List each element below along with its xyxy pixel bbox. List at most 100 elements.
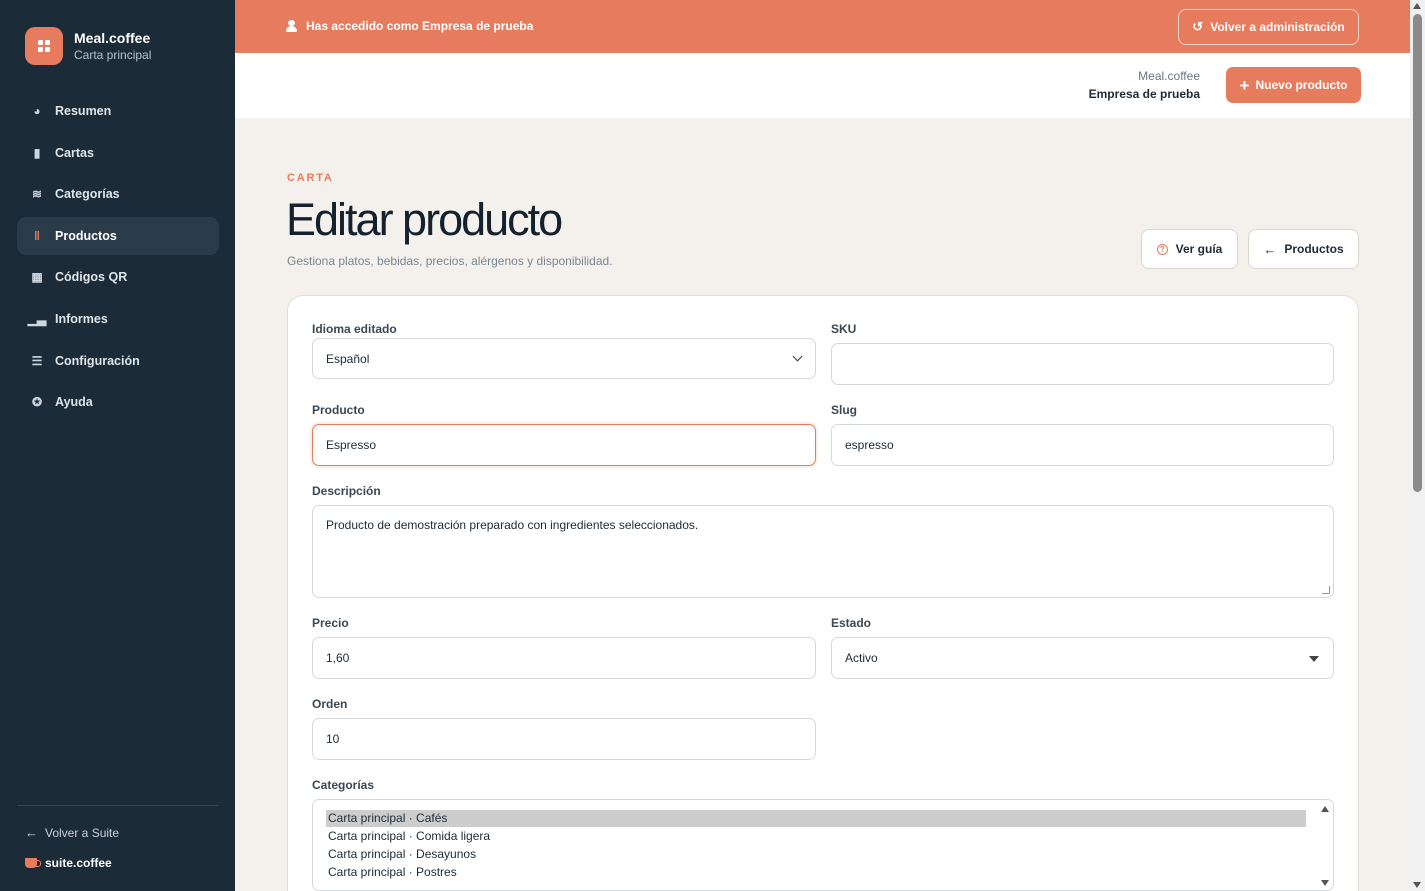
coffee-cup-icon (25, 858, 41, 868)
status-select-value: Activo (845, 651, 878, 665)
sidebar-item-label: Categorías (55, 187, 120, 202)
brand-subtitle: Carta principal (74, 48, 152, 62)
user-icon (286, 20, 297, 32)
sidebar-item-ayuda[interactable]: ✪ Ayuda (17, 383, 219, 421)
slug-label: Slug (831, 403, 857, 417)
suite-brand[interactable]: suite.coffee (25, 856, 112, 870)
brand[interactable]: Meal.coffee Carta principal (25, 27, 151, 65)
sidebar-item-productos[interactable]: ǁ Productos (17, 216, 219, 255)
sidebar-item-label: Códigos QR (55, 270, 128, 285)
description-label: Descripción (312, 484, 381, 498)
scroll-up-icon[interactable] (1321, 806, 1329, 812)
scroll-down-icon[interactable] (1321, 880, 1329, 886)
sidebar: Meal.coffee Carta principal ◕ Resumen ▮ … (0, 0, 235, 891)
back-to-suite-label: Volver a Suite (45, 825, 120, 840)
sidebar-item-label: Resumen (55, 104, 112, 118)
category-option[interactable]: Carta principal · Postres (326, 864, 1306, 881)
slug-input[interactable]: espresso (831, 424, 1334, 466)
top-header: Meal.coffee Empresa de prueba + Nuevo pr… (235, 53, 1410, 118)
price-label: Precio (312, 616, 349, 630)
scroll-down-icon[interactable] (1413, 882, 1421, 888)
description-value: Producto de demostración preparado con i… (326, 518, 699, 532)
sidebar-item-informes[interactable]: ▁▃ Informes (17, 300, 219, 338)
utensils-icon: ǁ (34, 228, 40, 243)
description-textarea[interactable]: Producto de demostración preparado con i… (312, 505, 1334, 598)
arrow-left-icon: ← (25, 825, 38, 840)
order-label: Orden (312, 697, 348, 711)
impersonation-message: Has accedido como Empresa de prueba (286, 19, 533, 33)
chevron-down-icon (792, 351, 803, 362)
impersonation-text: Has accedido como Empresa de prueba (306, 19, 534, 33)
sidebar-item-resumen[interactable]: ◕ Resumen (17, 92, 219, 130)
language-label: Idioma editado (312, 322, 397, 336)
sidebar-item-codigos-qr[interactable]: ▦ Códigos QR (17, 258, 219, 296)
sidebar-nav: ◕ Resumen ▮ Cartas ≋ Categorías ǁ Produc… (17, 92, 219, 425)
back-to-products-button[interactable]: ← Productos (1248, 229, 1359, 269)
page-eyebrow: CARTA (287, 172, 334, 184)
book-icon: ▮ (33, 145, 41, 160)
sku-label: SKU (831, 322, 857, 336)
caret-down-icon (1309, 656, 1319, 662)
order-value: 10 (326, 732, 340, 746)
sidebar-item-configuracion[interactable]: ☰ Configuración (17, 342, 219, 380)
sidebar-item-categorias[interactable]: ≋ Categorías (17, 175, 219, 213)
language-select[interactable]: Español (312, 338, 816, 379)
back-to-admin-label: Volver a administración (1210, 20, 1345, 34)
sliders-icon: ☰ (31, 353, 43, 368)
sidebar-item-label: Cartas (55, 145, 94, 160)
company-app-name: Meal.coffee (1138, 69, 1200, 83)
company-info: Meal.coffee Empresa de prueba (1089, 69, 1200, 101)
plus-icon: + (1239, 75, 1250, 95)
scrollbar-thumb[interactable] (1413, 14, 1422, 492)
categories-scrollbar[interactable] (1317, 800, 1333, 890)
status-select[interactable]: Activo (831, 637, 1334, 679)
back-to-suite-link[interactable]: ← Volver a Suite (25, 825, 119, 840)
page-subtitle: Gestiona platos, bebidas, precios, alérg… (287, 254, 613, 268)
page-scrollbar[interactable] (1410, 0, 1425, 891)
order-input[interactable]: 10 (312, 718, 816, 760)
layers-icon: ≋ (31, 187, 43, 202)
back-to-admin-button[interactable]: ↺ Volver a administración (1178, 9, 1359, 45)
suite-brand-label: suite.coffee (45, 856, 112, 870)
categories-multiselect[interactable]: Carta principal · Cafés Carta principal … (312, 799, 1334, 891)
category-option[interactable]: Carta principal · Desayunos (326, 846, 1306, 863)
undo-icon: ↺ (1192, 19, 1204, 34)
category-option[interactable]: Carta principal · Cafés (326, 810, 1306, 827)
categories-label: Categorías (312, 778, 375, 792)
help-icon: ? (1156, 243, 1168, 255)
sku-input[interactable] (831, 343, 1334, 385)
language-select-value: Español (326, 351, 370, 366)
arrow-left-icon: ← (1263, 241, 1277, 257)
sidebar-item-label: Informes (55, 311, 108, 326)
status-label: Estado (831, 616, 872, 630)
sidebar-item-label: Productos (55, 228, 117, 243)
brand-name: Meal.coffee (74, 30, 151, 46)
sidebar-divider (17, 805, 219, 806)
price-value: 1,60 (326, 651, 350, 665)
product-name-input[interactable]: Espresso (312, 424, 816, 466)
price-input[interactable]: 1,60 (312, 637, 816, 679)
product-form-card: Idioma editado Español SKU Producto Espr… (287, 295, 1359, 891)
page-title: Editar producto (286, 194, 563, 245)
help-circle-icon: ✪ (31, 395, 43, 410)
sidebar-item-cartas[interactable]: ▮ Cartas (17, 134, 219, 172)
sidebar-item-label: Ayuda (55, 395, 93, 410)
product-label: Producto (312, 403, 365, 417)
impersonation-banner: Has accedido como Empresa de prueba ↺ Vo… (235, 0, 1410, 53)
new-product-label: Nuevo producto (1255, 78, 1348, 92)
back-to-products-label: Productos (1284, 242, 1344, 256)
view-guide-label: Ver guía (1175, 242, 1223, 256)
new-product-button[interactable]: + Nuevo producto (1226, 67, 1361, 103)
brand-logo-icon (25, 27, 63, 65)
scroll-up-icon[interactable] (1413, 3, 1421, 9)
view-guide-button[interactable]: ? Ver guía (1141, 229, 1238, 269)
sidebar-item-label: Configuración (55, 353, 140, 368)
resize-handle-icon[interactable] (1322, 586, 1330, 594)
category-option[interactable]: Carta principal · Comida ligera (326, 828, 1306, 845)
qr-code-icon: ▦ (31, 270, 43, 285)
pie-chart-icon: ◕ (33, 104, 41, 118)
slug-value: espresso (845, 438, 894, 452)
company-name: Empresa de prueba (1088, 87, 1200, 101)
bar-chart-icon: ▁▃ (27, 311, 47, 326)
product-name-value: Espresso (326, 438, 377, 452)
